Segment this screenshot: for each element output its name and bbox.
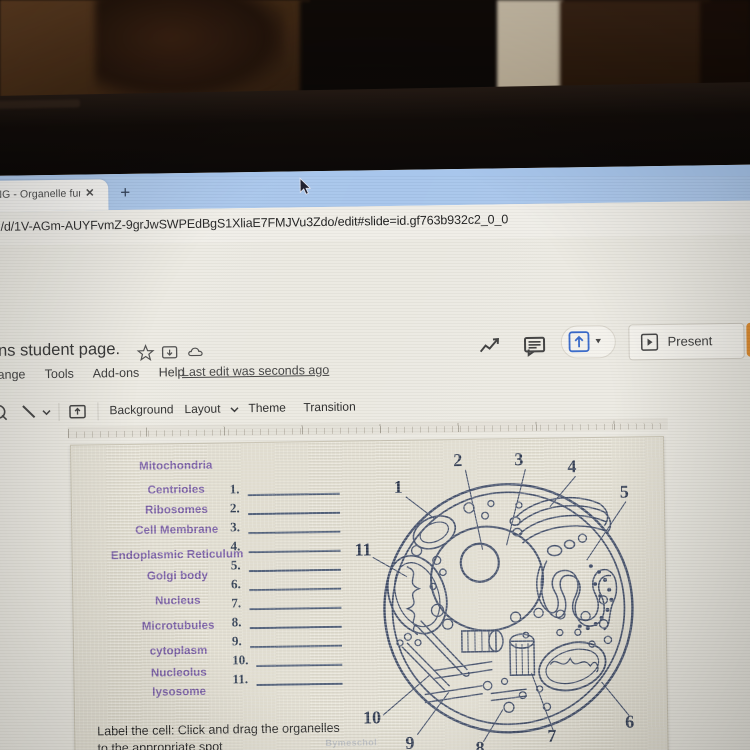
- slide-canvas[interactable]: Mitochondria Centrioles Ribosomes Cell M…: [69, 435, 670, 750]
- cell-membrane-outer: [383, 483, 634, 734]
- watermark-text: Bymeschol: [325, 737, 378, 749]
- cell-diagram-svg: 1 2 3 4 5 6 7 8 9 10 11: [354, 449, 634, 750]
- line-dropdown-icon[interactable]: [39, 402, 53, 422]
- close-icon[interactable]: ✕: [83, 187, 96, 200]
- slide-transition-pill[interactable]: [560, 325, 616, 360]
- blank-line: [249, 587, 342, 591]
- answer-blank[interactable]: 5.: [231, 556, 343, 574]
- menu-help[interactable]: Help: [159, 365, 185, 379]
- blank-number: 10.: [232, 652, 249, 668]
- mitochondrion-right: [538, 641, 607, 692]
- callout-4: 4: [567, 456, 576, 476]
- answer-blank[interactable]: 4.: [230, 537, 342, 555]
- photo-of-laptop-screen: SING - Organelle fun ✕ + tion/d/1V-AGm-A…: [0, 0, 750, 750]
- answer-blank[interactable]: 8.: [232, 613, 344, 631]
- callout-10: 10: [363, 707, 381, 727]
- menu-tools[interactable]: Tools: [45, 367, 74, 381]
- blank-number: 3.: [230, 519, 241, 535]
- free-ribosomes: [396, 499, 613, 713]
- blank-line: [249, 625, 342, 629]
- move-to-drive-icon[interactable]: [161, 343, 179, 361]
- blank-number: 2.: [229, 500, 240, 516]
- callout-6: 6: [625, 711, 634, 731]
- browser-tab-title: SING - Organelle fun: [0, 187, 81, 202]
- blank-line: [249, 606, 342, 610]
- browser-tab[interactable]: SING - Organelle fun ✕: [0, 179, 109, 213]
- background-button[interactable]: Background: [109, 402, 173, 417]
- blank-line: [247, 492, 340, 496]
- blank-line: [256, 663, 343, 667]
- answer-blank[interactable]: 9.: [232, 632, 344, 650]
- line-icon[interactable]: [19, 402, 39, 422]
- star-icon[interactable]: [136, 344, 155, 362]
- blank-number: 8.: [231, 614, 242, 630]
- url-text[interactable]: tion/d/1V-AGm-AUYFvmZ-9grJwSWPEdBgS1Xlia…: [0, 211, 581, 238]
- organelle-item[interactable]: Mitochondria: [83, 459, 268, 474]
- theme-button[interactable]: Theme: [248, 401, 286, 416]
- trend-chart-icon[interactable]: [478, 334, 502, 358]
- blank-line: [256, 682, 343, 686]
- menu-bar: Arrange Tools Add-ons Help: [0, 365, 201, 386]
- present-label: Present: [667, 333, 713, 349]
- menu-arrange[interactable]: Arrange: [0, 367, 26, 382]
- present-play-icon: [640, 333, 659, 351]
- toolbar-divider: [58, 402, 60, 421]
- vesicle-top-left: [412, 515, 457, 550]
- animal-cell-diagram[interactable]: 1 2 3 4 5 6 7 8 9 10 11: [353, 443, 663, 750]
- blank-number: 9.: [231, 633, 242, 649]
- layout-button[interactable]: Layout: [184, 402, 220, 417]
- last-edit-status[interactable]: Last edit was seconds ago: [182, 363, 330, 379]
- answer-blank[interactable]: 10.: [232, 651, 344, 669]
- answer-blank[interactable]: 7.: [231, 594, 343, 612]
- answer-blank[interactable]: 11.: [232, 670, 344, 688]
- dark-reflection-shape: [95, 0, 285, 98]
- callout-2: 2: [453, 450, 462, 470]
- plus-icon[interactable]: +: [114, 182, 136, 204]
- mouse-pointer-icon: [299, 177, 312, 195]
- laptop-screen: SING - Organelle fun ✕ + tion/d/1V-AGm-A…: [0, 164, 750, 750]
- layout-dropdown-icon[interactable]: [227, 399, 241, 419]
- answer-blanks: 1. 2. 3. 4. 5. 6. 7. 8. 9. 10. 11.: [230, 480, 345, 686]
- callout-3: 3: [514, 449, 523, 469]
- comment-icon[interactable]: [522, 334, 546, 358]
- blank-line: [250, 644, 343, 648]
- organelle-word-list: Mitochondria Centrioles Ribosomes Cell M…: [83, 459, 268, 699]
- blank-number: 11.: [232, 671, 249, 687]
- blank-line: [248, 568, 341, 572]
- slides-page: tions student page. Arrange Tools Add-on…: [0, 234, 750, 750]
- answer-blank[interactable]: 2.: [230, 499, 342, 517]
- document-title[interactable]: tions student page.: [0, 340, 120, 364]
- transition-button[interactable]: Transition: [303, 400, 355, 415]
- callout-1: 1: [394, 477, 403, 497]
- toolbar-divider: [97, 402, 99, 421]
- cloud-saved-icon[interactable]: [187, 343, 205, 361]
- shape-icon[interactable]: [0, 403, 10, 423]
- callout-5: 5: [620, 482, 629, 502]
- present-button[interactable]: Present: [628, 322, 745, 361]
- blank-number: 1.: [229, 481, 240, 497]
- callout-9: 9: [405, 733, 414, 750]
- callout-11: 11: [354, 539, 371, 559]
- callout-8: 8: [475, 738, 484, 750]
- blank-line: [248, 549, 341, 553]
- text-box-icon[interactable]: [67, 402, 87, 422]
- blank-number: 4.: [230, 538, 241, 554]
- menu-addons[interactable]: Add-ons: [93, 366, 140, 381]
- bezel-highlight: [0, 99, 81, 109]
- answer-blank[interactable]: 3.: [230, 518, 342, 536]
- nucleolus: [459, 542, 500, 583]
- blank-number: 6.: [230, 576, 241, 592]
- answer-blank[interactable]: 6.: [231, 575, 343, 593]
- share-button[interactable]: [746, 322, 750, 357]
- blank-number: 7.: [231, 595, 242, 611]
- callout-7: 7: [547, 726, 556, 746]
- blank-number: 5.: [230, 557, 241, 573]
- answer-blank[interactable]: 1.: [230, 480, 342, 498]
- blank-line: [248, 530, 341, 534]
- blank-line: [248, 511, 341, 515]
